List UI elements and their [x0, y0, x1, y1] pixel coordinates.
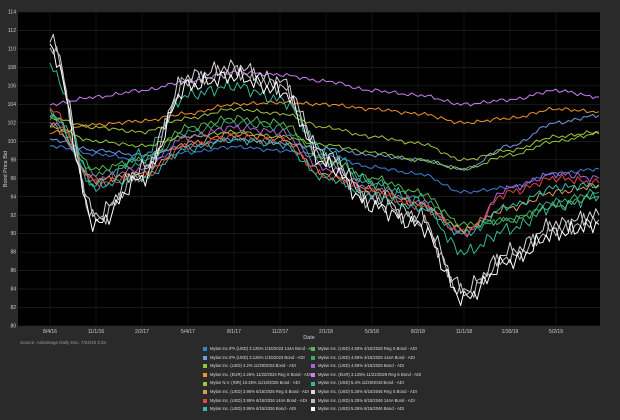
legend: Mylan Inc./PA (USD) 3.125% 1/15/2023 144… — [203, 345, 439, 418]
legend-label: Mylan N.V. (INR) 10.25% 11/10/2025 Bond … — [210, 380, 300, 386]
legend-label: Mylan Inc. (USD) 4.2% 11/29/2023 Bond - … — [210, 363, 296, 369]
legend-swatch — [311, 347, 315, 352]
legend-label: Mylan Inc. (USD) 3.95% 6/15/2026 Bond - … — [210, 406, 297, 412]
legend-swatch — [311, 390, 315, 395]
x-tick-label: 8/4/16 — [43, 329, 57, 335]
legend-label: Mylan Inc. (USD) 4.55% 4/15/2028 Reg S B… — [318, 346, 417, 351]
legend-item[interactable]: Mylan Inc. (USD) 4.2% 11/29/2023 Bond - … — [203, 362, 311, 371]
y-tick-label: 92 — [10, 213, 16, 219]
legend-label: Mylan Inc./PA (USD) 3.125% 1/15/2023 144… — [210, 346, 311, 351]
legend-label: Mylan Inc. (USD) 5.25% 6/15/2046 Bond - … — [318, 406, 405, 412]
legend-swatch — [203, 381, 207, 386]
y-tick-label: 88 — [10, 250, 16, 256]
y-tick-label: 102 — [8, 120, 17, 126]
legend-item[interactable]: Mylan Inc. (USD) 4.55% 4/15/2028 Reg S B… — [311, 345, 439, 354]
legend-item[interactable]: Mylan Inc./PA (USD) 3.125% 1/15/2023 Bon… — [203, 354, 311, 363]
legend-item[interactable]: Mylan Inc./PA (USD) 3.125% 1/15/2023 144… — [203, 345, 311, 354]
legend-label: Mylan Inc./PA (USD) 3.125% 1/15/2023 Bon… — [210, 354, 305, 360]
legend-item[interactable]: Mylan Inc. (USD) 5.25% 6/15/2046 Reg S B… — [311, 388, 439, 397]
y-axis-title: Bond Price Bid — [3, 151, 9, 187]
legend-swatch — [203, 364, 207, 369]
y-tick-label: 80 — [10, 324, 16, 330]
legend-item[interactable]: Mylan Inc. (USD) 3.95% 6/15/2026 Reg S B… — [203, 388, 311, 397]
legend-item[interactable]: Mylan Inc. (USD) 4.55% 4/15/2028 144A Bo… — [311, 354, 439, 363]
legend-item[interactable]: Mylan Inc. (USD) 5.25% 6/15/2046 144A Bo… — [311, 397, 439, 406]
legend-item[interactable]: Mylan Inc. (EUR) 2.25% 11/22/2024 Reg S … — [203, 371, 311, 380]
y-tick-label: 94 — [10, 194, 16, 200]
legend-label: Mylan Inc. (USD) 3.95% 6/15/2026 Reg S B… — [210, 388, 309, 394]
legend-swatch — [203, 347, 207, 352]
x-tick-label: 2/1/18 — [319, 329, 333, 335]
legend-swatch — [311, 355, 315, 360]
legend-item[interactable]: Mylan Inc. (USD) 3.95% 6/15/2026 Bond - … — [203, 405, 311, 414]
source-note: Source: Advantage Daily Doc. 7/24/19 3:3… — [20, 340, 107, 345]
x-tick-label: 5/2/19 — [549, 329, 563, 335]
legend-label: Mylan Inc. (EUR) 3.125% 11/22/2028 Reg S… — [318, 371, 422, 377]
legend-item[interactable]: Mylan Inc. (USD) 4.55% 4/15/2028 Bond - … — [311, 362, 439, 371]
legend-swatch — [203, 373, 207, 378]
legend-label: Mylan Inc. (USD) 5.25% 6/15/2046 Reg S B… — [318, 388, 417, 394]
y-tick-label: 108 — [8, 65, 17, 71]
x-tick-label: 11/1/16 — [88, 329, 105, 335]
y-tick-label: 90 — [10, 231, 16, 237]
legend-swatch — [203, 398, 207, 403]
legend-swatch — [203, 355, 207, 360]
x-tick-label: 8/2/18 — [411, 329, 425, 335]
y-tick-label: 104 — [8, 102, 17, 108]
x-tick-label: 1/30/19 — [502, 329, 519, 335]
legend-swatch — [311, 398, 315, 403]
legend-swatch — [311, 364, 315, 369]
x-tick-label: 8/1/17 — [227, 329, 241, 335]
legend-label: Mylan Inc. (USD) 3.95% 6/15/2026 144A Bo… — [210, 397, 307, 403]
legend-item[interactable]: Mylan Inc. (EUR) 3.125% 11/22/2028 Reg S… — [311, 371, 439, 380]
legend-item[interactable]: Mylan N.V. (INR) 10.25% 11/10/2025 Bond … — [203, 379, 311, 388]
x-tick-label: 5/3/18 — [365, 329, 379, 335]
x-tick-label: 5/4/17 — [181, 329, 195, 335]
legend-label: Mylan Inc. (USD) 5.25% 6/15/2046 144A Bo… — [318, 397, 415, 403]
y-tick-label: 114 — [8, 10, 16, 16]
legend-label: Mylan Inc. (USD) 4.55% 4/15/2028 Bond - … — [318, 363, 405, 369]
legend-item[interactable]: Mylan Inc. (USD) 5.4% 11/29/2043 Bond - … — [311, 379, 439, 388]
legend-label: Mylan Inc. (USD) 5.4% 11/29/2043 Bond - … — [318, 380, 404, 386]
y-tick-label: 96 — [10, 176, 16, 182]
x-axis-title: Date — [303, 335, 315, 341]
y-tick-label: 110 — [8, 47, 16, 53]
y-tick-label: 100 — [8, 139, 17, 145]
legend-swatch — [311, 381, 315, 386]
legend-item[interactable]: Mylan Inc. (USD) 5.25% 6/15/2046 Bond - … — [311, 405, 439, 414]
legend-swatch — [311, 373, 315, 378]
legend-swatch — [203, 390, 207, 395]
legend-label: Mylan Inc. (USD) 4.55% 4/15/2028 144A Bo… — [318, 354, 415, 360]
legend-swatch — [311, 407, 315, 412]
legend-label: Mylan Inc. (EUR) 2.25% 11/22/2024 Reg S … — [210, 371, 311, 377]
legend-item[interactable]: Mylan Inc. (USD) 3.95% 6/15/2026 144A Bo… — [203, 397, 311, 406]
x-tick-label: 11/2/17 — [272, 329, 289, 335]
y-tick-label: 112 — [8, 28, 16, 34]
y-tick-label: 106 — [8, 83, 17, 89]
legend-swatch — [203, 407, 207, 412]
x-tick-label: 2/2/17 — [135, 329, 149, 335]
y-tick-label: 82 — [10, 305, 16, 311]
y-tick-label: 98 — [10, 157, 16, 163]
y-tick-label: 86 — [10, 268, 16, 274]
y-tick-label: 84 — [10, 287, 16, 293]
x-tick-label: 11/1/18 — [456, 329, 473, 335]
